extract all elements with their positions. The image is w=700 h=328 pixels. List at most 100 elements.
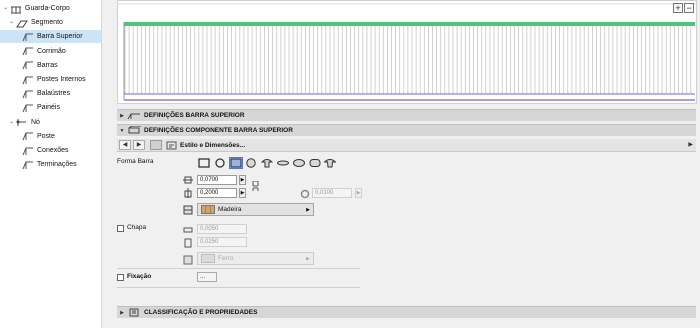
plate-checkbox[interactable] <box>117 225 124 232</box>
offset-gear-icon <box>300 189 310 199</box>
width-icon <box>183 175 193 185</box>
page-selector[interactable]: Estilo e Dimensões... <box>166 140 245 150</box>
expand-arrow-icon: ▶ <box>120 309 124 316</box>
link-chain-icon[interactable] <box>251 180 261 194</box>
expand-arrow-icon: ▶ <box>120 112 124 119</box>
tree-item-label: Barra Superior <box>37 33 83 41</box>
panel-title: CLASSIFICAÇÃO E PROPRIEDADES <box>144 309 258 316</box>
shape-square-outline-button[interactable] <box>197 157 211 169</box>
tree-item-label: Barras <box>37 61 58 69</box>
height-icon <box>183 188 193 198</box>
tree-item-panels[interactable]: Painéis <box>14 101 100 114</box>
handrail-icon <box>22 46 34 56</box>
fixing-checkbox[interactable] <box>117 274 124 281</box>
top-rail-icon <box>22 32 34 42</box>
fixing-options-button[interactable]: ... <box>197 272 217 282</box>
connections-icon <box>22 146 34 156</box>
shape-rounded-oval-icon <box>309 159 321 167</box>
panel-title: DEFINIÇÕES BARRA SUPERIOR <box>144 112 245 119</box>
tree-item-label: Terminações <box>37 161 77 169</box>
shape-circle-alt-button[interactable] <box>244 157 258 169</box>
plate-label: Chapa <box>127 224 147 231</box>
chevron-down-icon[interactable]: ⌄ <box>8 116 15 129</box>
tree-item-label: Corrimão <box>37 47 66 55</box>
previous-page-button[interactable]: ◀ <box>119 140 131 150</box>
shape-flat-oval-button[interactable] <box>276 157 290 169</box>
plate-material-icon <box>183 255 193 265</box>
tree-item-label: Conexões <box>37 147 69 154</box>
segment-icon <box>16 18 28 28</box>
material-icon <box>183 205 193 215</box>
shape-square-filled-button[interactable] <box>228 157 243 169</box>
next-page-button[interactable]: ▶ <box>133 140 145 150</box>
component-toolbar: ◀ ▶ Estilo e Dimensões... ▶ <box>117 139 696 152</box>
material-name: Madeira <box>218 206 242 213</box>
collapse-arrow-icon: ▼ <box>119 127 125 134</box>
tree-item-connections[interactable]: Conexões <box>14 144 100 157</box>
shape-square-outline-icon <box>198 158 210 168</box>
node-icon <box>16 117 28 127</box>
shape-circle-icon <box>215 158 225 168</box>
offset-field[interactable]: 0,0100 <box>312 188 352 198</box>
plate-material-picker[interactable]: Ferro ▶ <box>197 252 314 265</box>
shape-circle-button[interactable] <box>213 157 227 169</box>
panels-icon <box>22 103 34 113</box>
width-menu-button[interactable]: ▶ <box>239 175 246 185</box>
tree-item-rails[interactable]: Barras <box>14 59 100 72</box>
plate-height-icon <box>183 238 193 248</box>
endings-icon <box>22 160 34 170</box>
classification-icon <box>127 308 141 317</box>
material-picker[interactable]: Madeira ▶ <box>197 203 314 216</box>
railing-settings-dialog: ⌄ Guarda-Corpo ⌄ Segmento Barra Superior Corr… <box>0 0 700 328</box>
tree-item-post[interactable]: Poste <box>14 130 100 143</box>
rails-icon <box>22 60 34 70</box>
tree-item-endings[interactable]: Terminações <box>14 158 100 171</box>
shape-oval-icon <box>292 159 305 167</box>
plate-height-field[interactable]: 0,0250 <box>197 237 247 247</box>
zoom-out-button[interactable]: − <box>684 3 694 13</box>
tree-item-label: Nó <box>31 118 40 126</box>
tree-item-label: Balaústres <box>37 90 71 98</box>
tree-item-label: Guarda-Corpo <box>25 5 70 12</box>
tree-item-balusters[interactable]: Balaústres <box>14 87 100 100</box>
plate-thickness-icon <box>183 225 193 235</box>
railing-preview[interactable]: + − <box>117 0 697 104</box>
tree-item-handrail[interactable]: Corrimão <box>14 45 100 58</box>
height-field[interactable]: 0,2000 <box>197 188 237 198</box>
divider <box>117 268 360 269</box>
panel-top-rail-component[interactable]: ▼ DEFINIÇÕES COMPONENTE BARRA SUPERIOR <box>117 124 696 136</box>
shape-mushroom-button[interactable] <box>260 157 274 169</box>
inner-posts-icon <box>22 75 34 85</box>
tree-item-railing[interactable]: ⌄ Guarda-Corpo <box>2 2 100 15</box>
page-selector-label: Estilo e Dimensões... <box>180 141 246 149</box>
panel-top-rail-settings[interactable]: ▶ DEFINIÇÕES BARRA SUPERIOR <box>117 109 696 121</box>
balusters-icon <box>22 89 34 99</box>
structure-tree: ⌄ Guarda-Corpo ⌄ Segmento Barra Superior Corr… <box>0 0 102 328</box>
zoom-in-button[interactable]: + <box>673 3 683 13</box>
fixing-options-label: ... <box>200 274 206 280</box>
width-field[interactable]: 0,0700 <box>197 175 237 185</box>
tree-item-inner-posts[interactable]: Postes Internos <box>14 73 100 86</box>
tree-item-node[interactable]: ⌄ Nó <box>8 116 100 129</box>
shape-mushroom-wide-button[interactable] <box>323 157 337 169</box>
tree-item-label: Segmento <box>31 19 63 27</box>
page-list-icon[interactable] <box>150 140 162 150</box>
railing-icon <box>10 4 22 14</box>
dropdown-arrow-icon: ▶ <box>306 206 310 213</box>
panel-classification[interactable]: ▶ CLASSIFICAÇÃO E PROPRIEDADES <box>117 306 696 318</box>
chevron-down-icon[interactable]: ⌄ <box>2 2 9 15</box>
top-rail-bar <box>124 22 695 26</box>
shape-rounded-oval-button[interactable] <box>308 157 322 169</box>
chevron-down-icon[interactable]: ⌄ <box>8 16 15 29</box>
railing-preview-canvas <box>118 3 696 101</box>
top-rail-icon <box>127 111 141 120</box>
tree-item-label: Postes Internos <box>37 76 86 83</box>
height-menu-button[interactable]: ▶ <box>239 188 246 198</box>
material-swatch <box>201 205 215 214</box>
shape-oval-button[interactable] <box>292 157 306 169</box>
plate-thickness-field[interactable]: 0,0050 <box>197 224 247 234</box>
tree-item-top-rail[interactable]: Barra Superior <box>0 30 101 44</box>
tree-item-segment[interactable]: ⌄ Segmento <box>8 16 100 29</box>
page-selector-arrow-icon[interactable]: ▶ <box>688 141 693 148</box>
offset-menu-button[interactable]: ▶ <box>355 188 362 198</box>
